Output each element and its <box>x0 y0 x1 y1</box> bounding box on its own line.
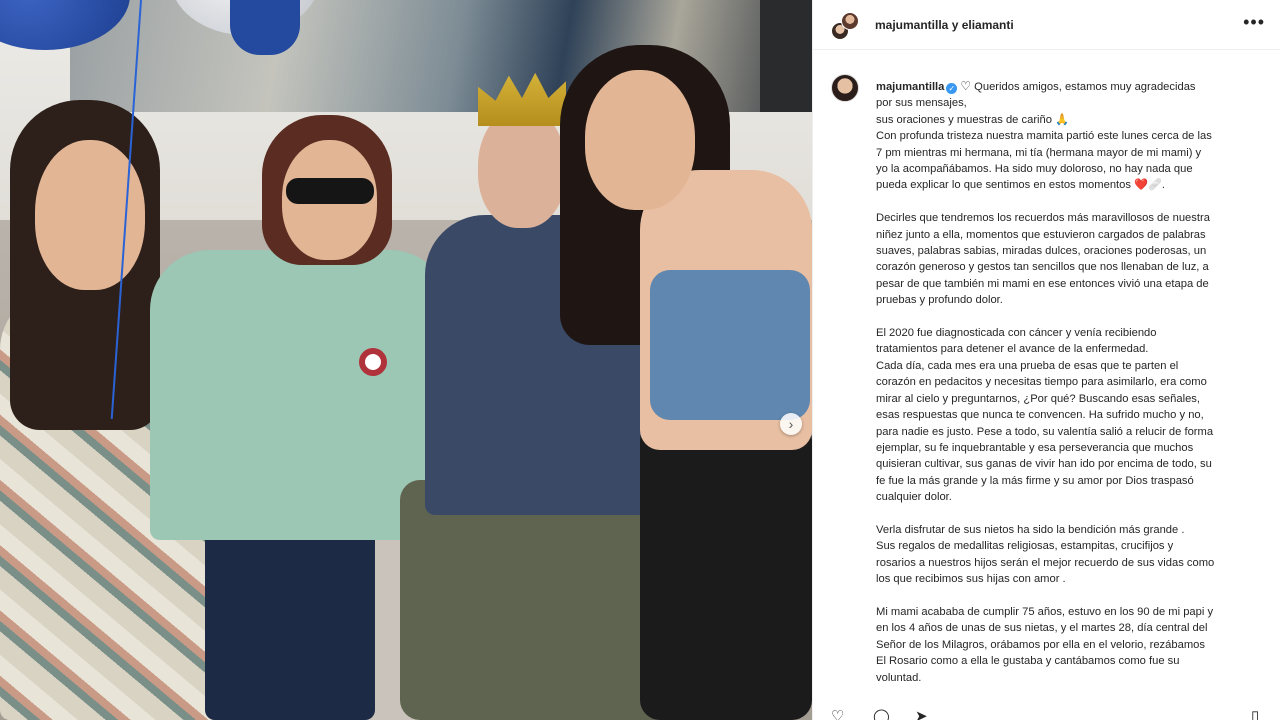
caption-line: pueda explicar lo que sentimos en estos … <box>876 179 1166 192</box>
share-icon[interactable]: ➤ <box>915 708 933 720</box>
person-right-legs <box>640 420 812 720</box>
post-header: majumantilla y eliamanti ••• <box>813 0 1280 50</box>
avatar[interactable] <box>831 74 859 102</box>
caption-line: pesar de que también mi mami en ese ento… <box>876 277 1209 290</box>
caption-line: tratamientos para detener el avance de l… <box>876 343 1149 356</box>
caption-line: mirar al cielo y preguntarnos, ¿Por qué?… <box>876 392 1200 405</box>
caption-paragraph: Decirles que tendremos los recuerdos más… <box>876 210 1268 308</box>
post-side-panel: majumantilla y eliamanti ••• majumantill… <box>812 0 1280 720</box>
collab-avatars[interactable] <box>831 12 861 40</box>
caption-line: El 2020 fue diagnosticada con cáncer y v… <box>876 327 1157 340</box>
caption-line: fe fue la más grande y la más firme y su… <box>876 474 1194 487</box>
caption-line: por sus mensajes, <box>876 97 967 110</box>
caption-line: en los 4 años de unas de sus nietas, y e… <box>876 622 1208 635</box>
person-2-legs <box>205 520 375 720</box>
carousel-next-button[interactable]: › <box>780 413 802 435</box>
caption-line: los que recibimos sus hijas con amor . <box>876 573 1066 586</box>
caption-line: voluntad. <box>876 671 922 684</box>
caption-line: Mi mami acababa de cumplir 75 años, estu… <box>876 605 1214 618</box>
avatar[interactable] <box>841 12 859 30</box>
post-photo[interactable]: › <box>0 0 812 720</box>
caption-line: Sus regalos de medallitas religiosas, es… <box>876 540 1174 553</box>
caption-line: esas respuestas que nunca te convencen. … <box>876 409 1204 422</box>
caption-line: Decirles que tendremos los recuerdos más… <box>876 212 1210 225</box>
post-actions: ♡ ◯ ➤ ▯ <box>831 708 1271 720</box>
caption-line: corazón en pedacitos y necesitas tiempo … <box>876 376 1207 389</box>
photo-dark-frame <box>760 0 812 112</box>
comment-icon[interactable]: ◯ <box>873 708 891 720</box>
caption-line: Señor de los Milagros, orábamos por ella… <box>876 638 1205 651</box>
blue-balloon-small <box>230 0 300 55</box>
caption-line: Con profunda tristeza nuestra mamita par… <box>876 130 1212 143</box>
caption-line: 7 pm mientras mi hermana, mi tía (herman… <box>876 146 1202 159</box>
verified-badge-icon: ✓ <box>946 83 958 94</box>
caption-line: rosarios a nuestros hijos serán el mejor… <box>876 556 1215 569</box>
caption-line: cualquier dolor. <box>876 491 952 504</box>
caption-line: suaves, palabras sabias, miradas dulces,… <box>876 245 1207 258</box>
caption-username[interactable]: majumantilla <box>876 81 944 93</box>
heart-icon[interactable]: ♡ <box>831 708 849 720</box>
sweater-badge <box>359 348 387 376</box>
caption-line: majumantilla ✓ ♡ Queridos amigos, estamos m… <box>876 78 1268 95</box>
heart-outline-icon: ♡ <box>960 79 972 93</box>
header-usernames[interactable]: majumantilla y eliamanti <box>875 18 1014 32</box>
person-right-denim-top <box>650 270 810 420</box>
caption-line: Verla disfrutar de sus nietos ha sido la… <box>876 523 1185 536</box>
caption-line: pruebas y profundo dolor. <box>876 294 1003 307</box>
caption-line: corazón generoso y gestos tan sencillos … <box>876 261 1209 274</box>
caption-text: Queridos amigos, estamos muy agradecidas <box>974 81 1196 93</box>
caption-line: quisieran cultivar, sus ganas de vivir h… <box>876 458 1212 471</box>
caption-paragraph: El 2020 fue diagnosticada con cáncer y v… <box>876 325 1268 505</box>
caption-line: ejemplar, su fe inquebrantable y esa per… <box>876 441 1194 454</box>
caption-paragraph: Verla disfrutar de sus nietos ha sido la… <box>876 522 1268 588</box>
caption-line: El Rosario como a ella le gustaba y cant… <box>876 655 1180 668</box>
post-caption: majumantilla ✓ ♡ Queridos amigos, estamos m… <box>876 78 1268 718</box>
person-right-face <box>585 70 695 210</box>
caption-line: para nadie es justo. Pese a todo, su val… <box>876 425 1214 438</box>
person-3-face <box>478 108 566 228</box>
bookmark-icon[interactable]: ▯ <box>1251 708 1269 720</box>
caption-line: yo la acompañábamos. Ha sido muy doloros… <box>876 163 1193 176</box>
caption-line: sus oraciones y muestras de cariño 🙏 <box>876 113 1070 126</box>
caption-line: Cada día, cada mes era una prueba de esa… <box>876 359 1179 372</box>
more-horizontal-icon[interactable]: ••• <box>1243 12 1265 33</box>
sunglasses <box>286 178 374 204</box>
caption-line: niñez junto a ella, momentos que estuvie… <box>876 228 1206 241</box>
caption-paragraph: majumantilla ✓ ♡ Queridos amigos, estamos m… <box>876 78 1268 194</box>
caption-paragraph: Mi mami acababa de cumplir 75 años, estu… <box>876 604 1268 686</box>
